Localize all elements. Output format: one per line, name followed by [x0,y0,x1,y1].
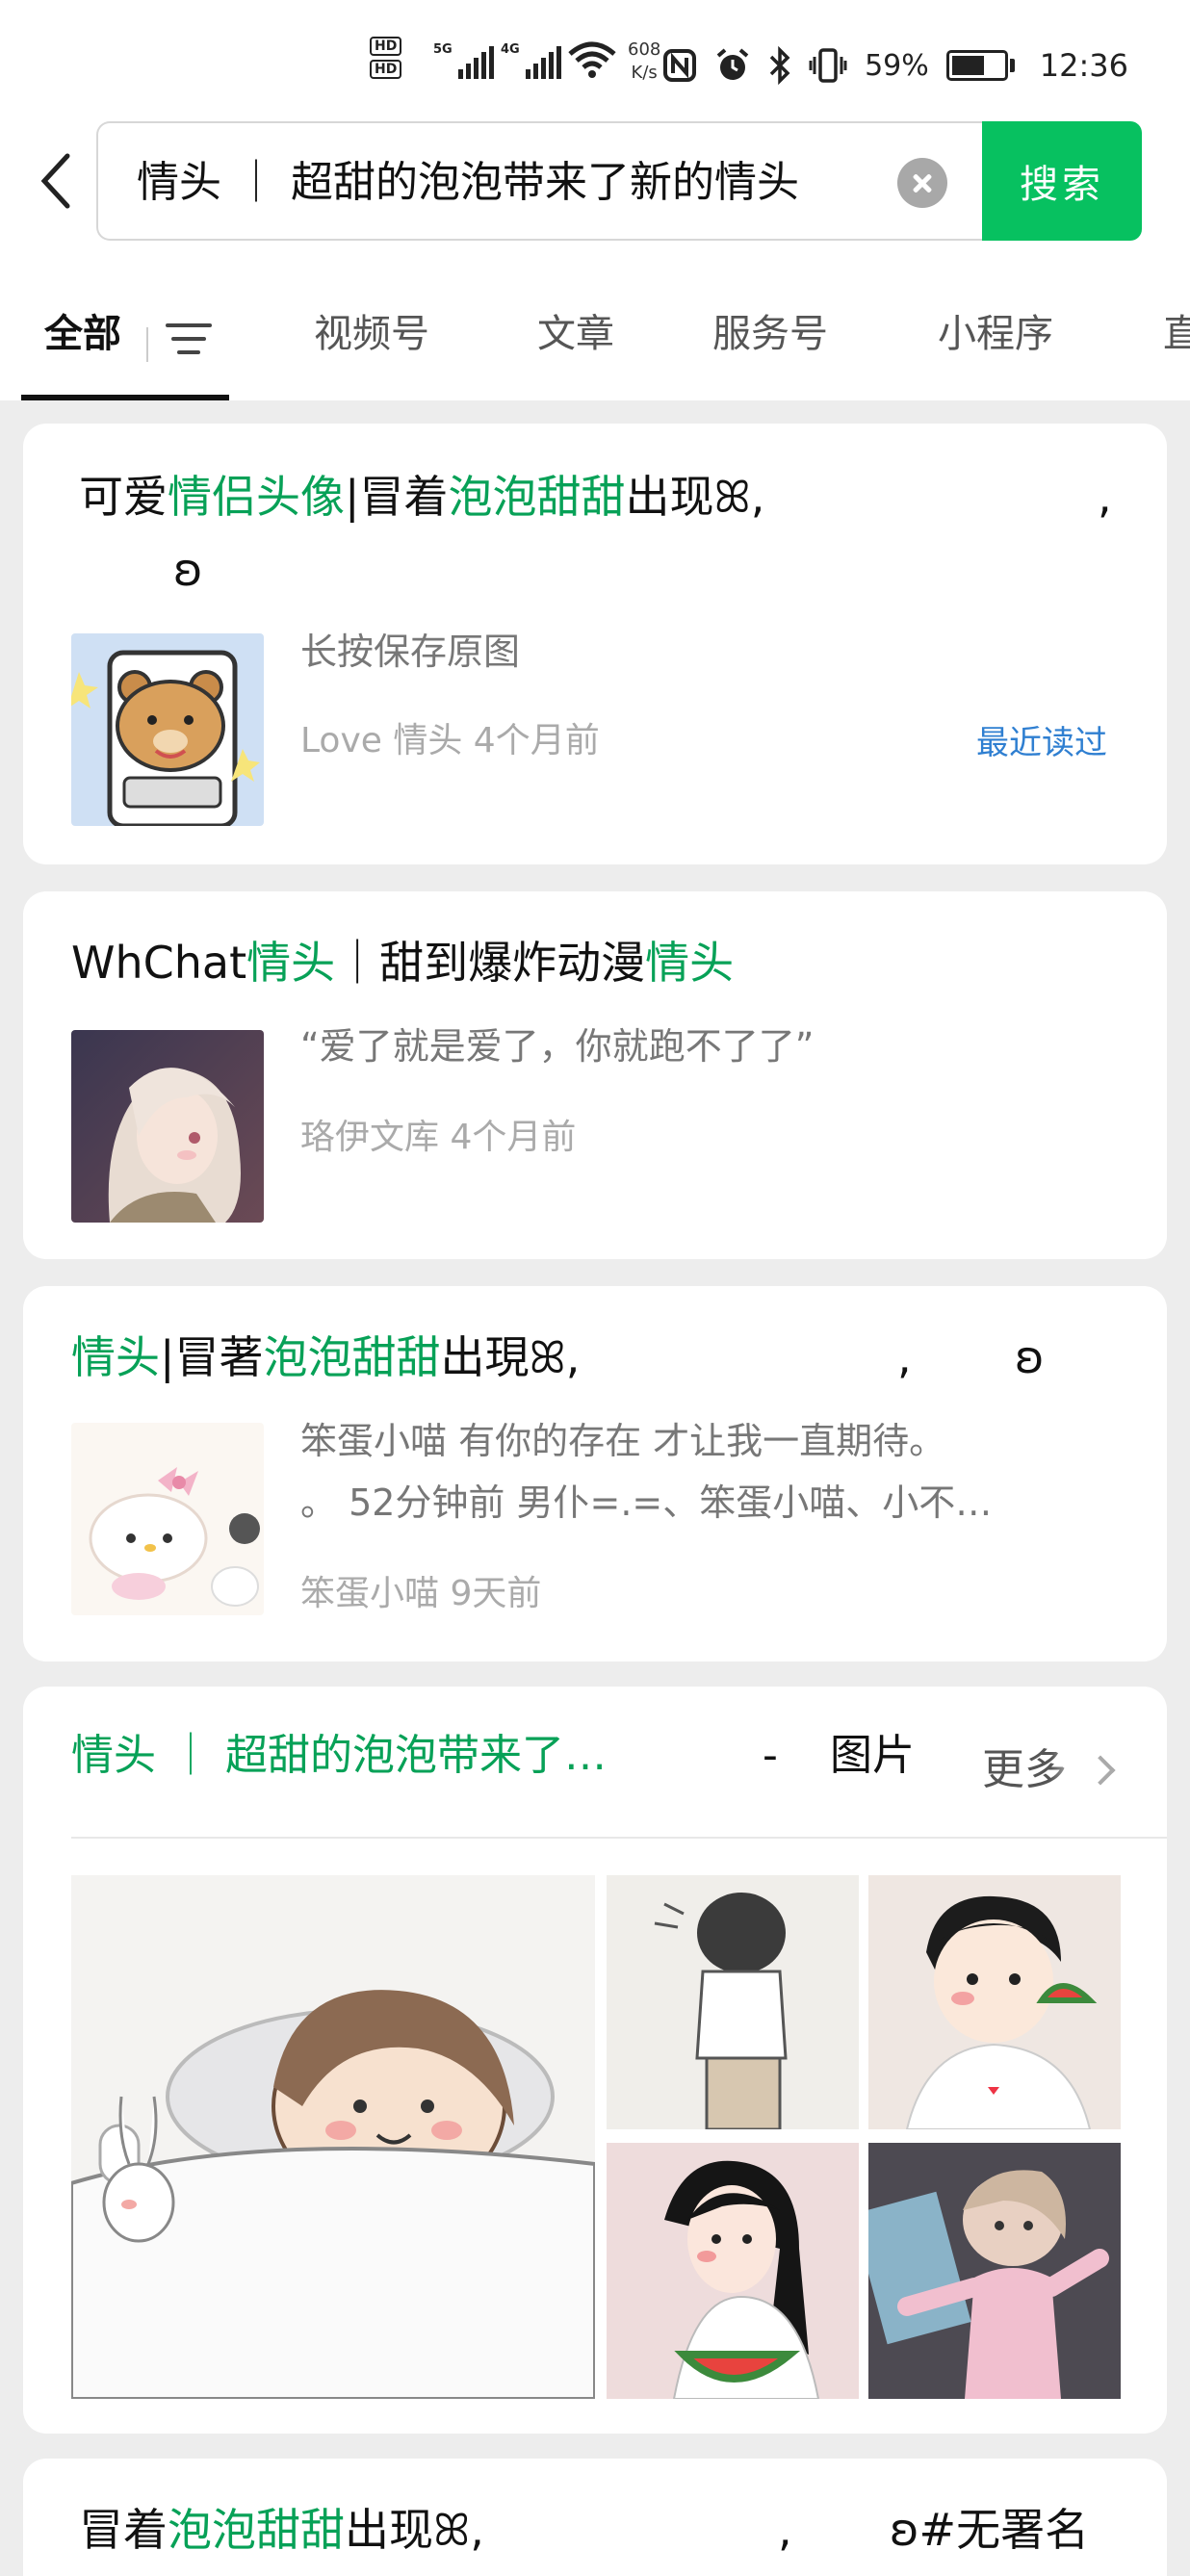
tab-channels[interactable]: 视频号 [314,302,429,358]
result-title-line2: ʚ [173,544,203,596]
divider [71,1837,1167,1839]
vibrate-icon [809,47,847,84]
result-title-tail: ʚ#无署名 [890,2504,1090,2556]
clear-icon[interactable] [897,158,947,208]
result-card[interactable]: 可爱情侣头像|冒着泡泡甜甜出现ꕤ, , ʚ 长按保存原图 Love 情头 4个月… [23,424,1167,864]
bluetooth-icon [768,46,791,85]
result-title[interactable]: 情头|冒著泡泡甜甜出現ꕤ, [71,1321,580,1394]
alarm-icon [714,47,751,84]
image-thumbnail[interactable] [607,2143,859,2399]
category-tabs: 全部 视频号 文章 服务号 小程序 直 [0,289,1190,400]
chevron-right-icon[interactable] [1085,1755,1116,1786]
result-thumbnail [71,1030,264,1223]
result-meta: Love 情头 4个月前 [300,721,600,760]
image-thumbnail[interactable] [607,1875,859,2129]
result-title-tail: , [1098,471,1112,523]
hd-indicator: HD HD [370,37,402,79]
result-thumbnail [71,1423,264,1615]
tab-all[interactable]: 全部 [44,302,121,358]
signal-sim2-icon: 4G [501,42,561,79]
image-result-card[interactable]: 情头 ｜ 超甜的泡泡带来了… - 图片 更多 [23,1687,1167,2434]
result-card[interactable]: WhChat情头｜甜到爆炸动漫情头 “爱了就是爱了，你就跑不了了” 珞伊文库 4… [23,891,1167,1259]
result-card[interactable]: 冒着泡泡甜甜出现ꕤ, , ʚ#无署名 [23,2459,1167,2576]
recently-read-badge: 最近读过 [976,724,1107,762]
result-meta: 珞伊文库 4个月前 [300,1118,577,1157]
image-group-title[interactable]: 情头 ｜ 超甜的泡泡带来了… [71,1719,607,1792]
hd1-badge: HD [370,37,402,56]
result-title-tail: ʚ [1015,1331,1045,1383]
tab-divider [146,327,148,362]
tab-live[interactable]: 直 [1163,302,1190,358]
tab-mini-programs[interactable]: 小程序 [938,302,1053,358]
more-link[interactable]: 更多 [982,1735,1088,1796]
result-description: “爱了就是爱了，你就跑不了了” [300,1025,815,1068]
active-tab-indicator [21,395,229,400]
result-description-line2: 。 52分钟前 男仆=.=、笨蛋小喵、小不… [300,1481,993,1524]
result-title-tail: , [897,1331,912,1383]
image-thumbnail[interactable] [868,1875,1121,2129]
top-bar: HD HD 5G 4G 608 K/s 59% 12:36 情头 ｜ 超甜的泡泡… [0,0,1190,400]
battery-percent: 59% [865,48,929,83]
result-thumbnail [71,633,264,826]
image-thumbnail[interactable] [71,1875,595,2399]
hd2-badge: HD [370,60,402,79]
tab-service-accounts[interactable]: 服务号 [712,302,828,358]
filter-icon[interactable] [166,323,212,362]
result-type-label: 图片 [830,1731,915,1780]
tab-articles[interactable]: 文章 [537,302,614,358]
image-thumbnail[interactable] [868,2143,1121,2399]
search-button[interactable]: 搜索 [982,121,1142,241]
status-bar: HD HD 5G 4G 608 K/s 59% 12:36 [0,29,1190,106]
back-arrow-icon[interactable] [37,152,75,210]
result-description-line1: 笨蛋小喵 有你的存在 才让我一直期待。 [300,1420,946,1462]
result-title-tail: , [778,2504,792,2556]
result-description: 长按保存原图 [300,631,521,673]
battery-icon [945,50,1015,81]
title-separator: - [763,1731,778,1780]
nfc-icon [662,48,697,83]
result-title[interactable]: 冒着泡泡甜甜出现ꕤ, [79,2493,484,2566]
network-speed: 608 K/s [628,39,661,83]
result-title[interactable]: WhChat情头｜甜到爆炸动漫情头 [71,926,734,999]
search-input[interactable]: 情头 ｜ 超甜的泡泡带来了新的情头 [96,121,984,241]
clock: 12:36 [1039,47,1128,84]
wifi-icon [566,40,618,79]
search-query-text[interactable]: 情头 ｜ 超甜的泡泡带来了新的情头 [137,152,888,214]
result-card[interactable]: 情头|冒著泡泡甜甜出現ꕤ, , ʚ 笨蛋小喵 有你的存在 才让我一直期待。 。 … [23,1286,1167,1662]
result-meta: 笨蛋小喵 9天前 [300,1574,542,1613]
signal-sim1-icon: 5G [433,42,494,79]
result-title[interactable]: 可爱情侣头像|冒着泡泡甜甜出现ꕤ, [79,460,764,533]
